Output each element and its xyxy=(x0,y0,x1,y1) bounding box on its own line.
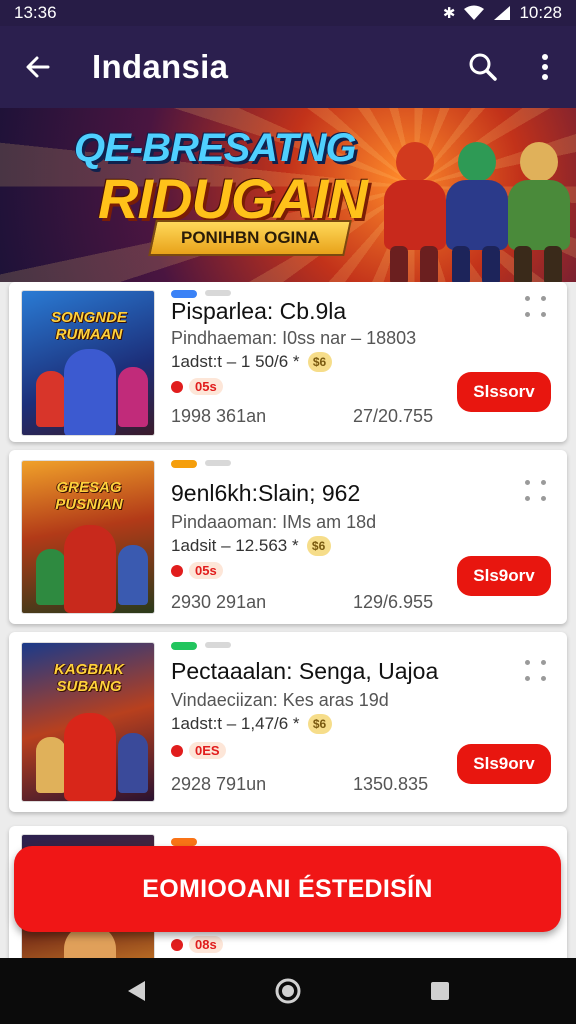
nav-home-button[interactable] xyxy=(258,961,318,1021)
app-bar: Indansia xyxy=(0,26,576,108)
card-tag xyxy=(171,460,197,468)
card-subtitle: Pindhaeman: I0ss nar – 18803 xyxy=(171,328,417,348)
nav-recents-button[interactable] xyxy=(410,961,470,1021)
back-button[interactable] xyxy=(0,26,76,108)
card-action-button[interactable]: Sls9orv xyxy=(457,744,551,784)
status-badge-label: 05s xyxy=(189,378,223,395)
card-value-left: 2928 791un xyxy=(171,774,267,794)
card-more-button[interactable] xyxy=(525,480,549,506)
game-thumbnail[interactable]: GRESAG PUSNIAN xyxy=(21,460,155,614)
card-more-button[interactable] xyxy=(525,296,549,322)
game-thumbnail[interactable]: SONGNDE RUMAAN xyxy=(21,290,155,436)
status-icons: ✱ 10:28 xyxy=(443,3,562,23)
search-icon xyxy=(469,53,497,81)
card-action-button[interactable]: Slssorv xyxy=(457,372,551,412)
card-title: Pisparlea: Cb.9la xyxy=(171,298,347,324)
card-value-right: 129/6.955 xyxy=(353,592,434,612)
card-value-right: 1350.835 xyxy=(353,774,429,794)
card-action-button[interactable]: Sls9orv xyxy=(457,556,551,596)
card-tag-secondary xyxy=(205,290,231,296)
status-badge: 05s xyxy=(171,378,223,395)
card-meta-text: 1adst:t – 1,47/6 * xyxy=(171,714,300,733)
promo-banner[interactable]: QE-BRESATNG RIDUGAIN PONIHBN OGINA xyxy=(0,108,576,282)
status-badge: 05s xyxy=(171,562,223,579)
card-title: Pectaaalan: Senga, Uajoa xyxy=(171,658,439,684)
game-thumbnail[interactable]: KAGBIAK SUBANG xyxy=(21,642,155,802)
search-button[interactable] xyxy=(452,26,514,108)
card-title: 9enl6kh:Slain; 962 xyxy=(171,480,361,506)
coin-icon: $6 xyxy=(306,536,331,556)
banner-ribbon: PONIHBN OGINA xyxy=(148,220,352,256)
card-tag-secondary xyxy=(205,460,231,466)
thumbnail-title: GRESAG PUSNIAN xyxy=(55,479,123,513)
card-meta: 1adst:t – 1,47/6 * $6 xyxy=(171,714,332,734)
card-subtitle: Vindaeciizan: Kes aras 19d xyxy=(171,690,389,710)
card-meta: 1adst:t – 1 50/6 * $6 xyxy=(171,352,332,372)
back-arrow-icon xyxy=(26,56,50,78)
card-meta: 1adsit – 12.563 * $6 xyxy=(171,536,331,556)
status-badge: 0ES xyxy=(171,742,226,759)
status-badge-label: 08s xyxy=(189,936,223,953)
coin-icon: $6 xyxy=(307,352,332,372)
status-badge-label: 05s xyxy=(189,562,223,579)
home-circle-icon xyxy=(275,978,301,1004)
status-badge-label: 0ES xyxy=(189,742,226,759)
back-triangle-icon xyxy=(128,981,145,1001)
status-time: 13:36 xyxy=(14,3,57,22)
list-item[interactable]: KAGBIAK SUBANG Pectaaalan: Senga, Uajoa … xyxy=(9,632,567,812)
status-dot xyxy=(171,938,183,951)
status-dot xyxy=(171,380,183,393)
status-badge: 08s xyxy=(171,936,223,953)
banner-hero-3 xyxy=(494,108,576,282)
cta-button[interactable]: EOMIOOANI ÉSTEDISÍN xyxy=(14,846,561,932)
card-meta-text: 1adsit – 12.563 * xyxy=(171,536,299,555)
card-value-left: 2930 291an xyxy=(171,592,267,612)
thumbnail-title: SONGNDE RUMAAN xyxy=(51,309,127,343)
card-tag xyxy=(171,290,197,298)
status-dot xyxy=(171,744,183,757)
card-tag-secondary xyxy=(205,642,231,648)
banner-ribbon-label: PONIHBN OGINA xyxy=(180,228,320,247)
page-title: Indansia xyxy=(92,48,229,85)
bluetooth-icon: ✱ xyxy=(442,5,456,22)
status-dot xyxy=(171,564,183,577)
card-tag xyxy=(171,838,197,846)
card-value-left: 1998 361an xyxy=(171,406,267,426)
card-more-button[interactable] xyxy=(525,660,549,686)
recents-square-icon xyxy=(431,982,449,1000)
status-bar: 13:36 ✱ 10:28 xyxy=(0,0,576,26)
wifi-icon xyxy=(464,5,485,20)
banner-headline: QE-BRESATNG xyxy=(74,126,357,170)
list-item[interactable]: GRESAG PUSNIAN 9enl6kh:Slain; 962 Pindaa… xyxy=(9,450,567,624)
system-nav-bar xyxy=(0,958,576,1024)
status-clock-right: 10:28 xyxy=(519,3,562,22)
more-vert-icon xyxy=(542,54,548,80)
coin-icon: $6 xyxy=(307,714,332,734)
card-meta-text: 1adst:t – 1 50/6 * xyxy=(171,352,300,371)
thumbnail-title: KAGBIAK SUBANG xyxy=(54,661,124,695)
signal-icon xyxy=(494,6,511,20)
card-tag xyxy=(171,642,197,650)
card-value-right: 27/20.755 xyxy=(353,406,434,426)
card-subtitle: Pindaaoman: IMs am 18d xyxy=(171,512,377,532)
nav-back-button[interactable] xyxy=(106,961,166,1021)
more-options-button[interactable] xyxy=(514,26,576,108)
list-item[interactable]: SONGNDE RUMAAN Pisparlea: Cb.9la Pindhae… xyxy=(9,282,567,442)
